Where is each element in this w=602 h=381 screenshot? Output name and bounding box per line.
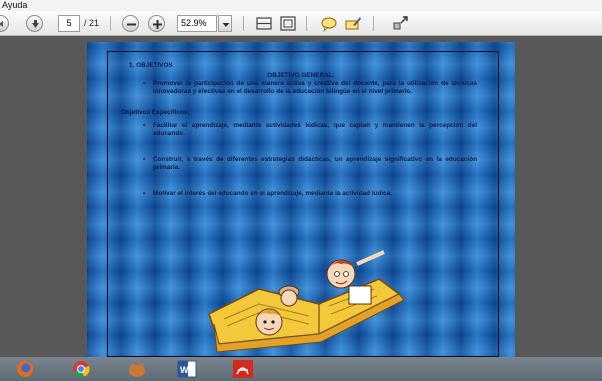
highlighter-icon bbox=[345, 17, 361, 30]
specific-objectives-heading: Objetivos Específicos: bbox=[121, 109, 190, 116]
highlight-button[interactable] bbox=[344, 15, 362, 32]
fit-width-button[interactable] bbox=[255, 15, 273, 32]
toolbar-divider bbox=[373, 16, 374, 31]
svg-text:W: W bbox=[180, 365, 189, 375]
speech-bubble-icon bbox=[321, 17, 337, 33]
chevron-down-icon bbox=[222, 23, 230, 27]
section-title: 1. OBJETIVOS bbox=[129, 62, 173, 69]
page-content: 1. OBJETIVOS OBJETIVO GENERAL: Promover … bbox=[121, 62, 477, 198]
specific-objective-item: Construir, a través de diferentes estrat… bbox=[125, 156, 477, 172]
toolbar-divider bbox=[243, 16, 244, 31]
general-objective-text: Promover la participación de una manera … bbox=[125, 80, 477, 96]
toolbar-divider bbox=[306, 16, 307, 31]
page-total-label: / 21 bbox=[84, 18, 100, 28]
fit-page-icon bbox=[280, 16, 296, 31]
gimp-icon[interactable] bbox=[126, 359, 148, 379]
menu-bar: Ayuda bbox=[0, 0, 602, 11]
specific-objective-item: Facilitar el aprendizaje, mediante activ… bbox=[125, 122, 477, 138]
zoom-out-button[interactable] bbox=[122, 15, 139, 32]
zoom-level-input[interactable]: 52.9% bbox=[177, 15, 217, 32]
comment-button[interactable] bbox=[320, 15, 338, 33]
specific-objective-item: Motivar el interés del educando en el ap… bbox=[125, 190, 477, 198]
firefox-icon[interactable] bbox=[14, 359, 36, 379]
chrome-icon[interactable] bbox=[70, 359, 92, 379]
pdf-reader-icon[interactable] bbox=[232, 359, 254, 379]
minus-icon bbox=[127, 23, 136, 26]
fit-width-icon bbox=[256, 17, 272, 30]
expand-button[interactable] bbox=[392, 15, 410, 32]
plus-icon bbox=[153, 20, 162, 29]
word-icon[interactable]: W bbox=[176, 359, 198, 379]
fit-page-button[interactable] bbox=[279, 15, 297, 32]
next-page-button[interactable] bbox=[26, 15, 43, 32]
zoom-dropdown-button[interactable] bbox=[218, 15, 232, 32]
children-reading-book-illustration bbox=[208, 250, 405, 353]
menu-item-help[interactable]: Ayuda bbox=[2, 0, 27, 10]
page-number-input[interactable]: 5 bbox=[58, 15, 80, 32]
pdf-toolbar: 5 / 21 52.9% bbox=[0, 11, 602, 36]
general-objective-heading: OBJETIVO GENERAL: bbox=[267, 72, 335, 79]
pdf-page: 1. OBJETIVOS OBJETIVO GENERAL: Promover … bbox=[87, 42, 515, 367]
zoom-in-button[interactable] bbox=[148, 15, 165, 32]
toolbar-divider bbox=[110, 16, 111, 31]
taskbar: W bbox=[0, 357, 602, 381]
expand-icon bbox=[393, 16, 408, 30]
previous-page-button[interactable] bbox=[0, 15, 9, 32]
arrow-down-icon bbox=[32, 20, 39, 28]
